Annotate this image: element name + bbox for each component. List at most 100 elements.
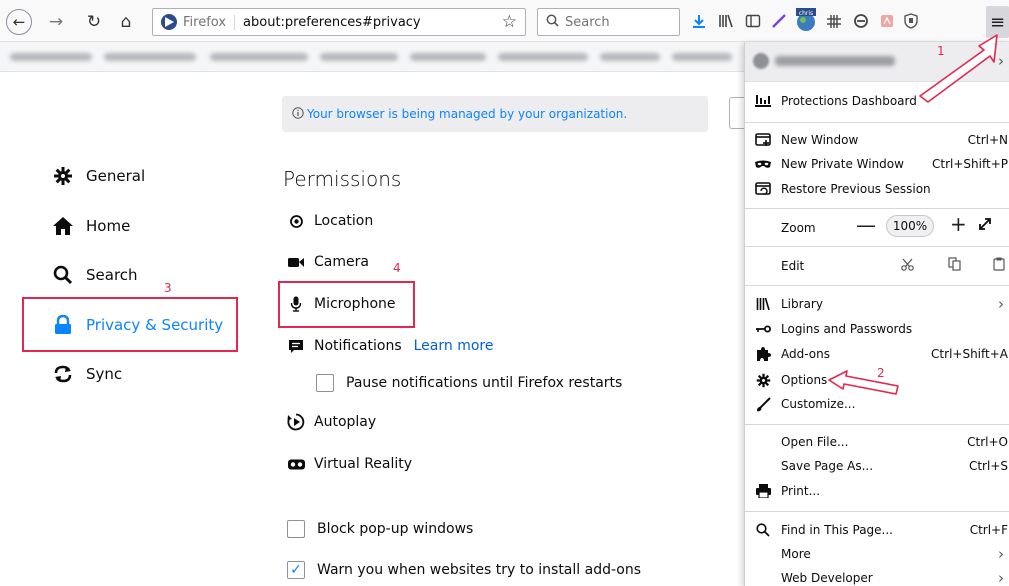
grid-extension-icon[interactable]	[823, 10, 845, 32]
identity-label: Firefox	[183, 14, 236, 30]
account-row[interactable]: ›	[745, 42, 1009, 82]
managed-by-organization-banner[interactable]: Your browser is being managed by your or…	[282, 96, 708, 132]
pdf-extension-icon[interactable]	[876, 10, 898, 32]
search-icon	[745, 523, 781, 537]
bookmark-item[interactable]	[210, 53, 308, 61]
search-placeholder: Search	[565, 14, 610, 30]
permission-label: Virtual Reality	[314, 456, 413, 472]
nav-toolbar: ← → ↻ ⌂ Firefox about:preferences#privac…	[0, 0, 1009, 42]
shortcut-label: Ctrl+S	[968, 459, 1008, 473]
checkbox-label: Warn you when websites try to install ad…	[317, 562, 642, 578]
bookmark-item[interactable]	[672, 53, 732, 61]
warn-addons-checkbox[interactable]: ✓	[287, 561, 305, 579]
menu-item-addons[interactable]: Add-ons Ctrl+Shift+A	[745, 343, 1009, 365]
bookmark-star-icon[interactable]: ☆	[502, 12, 517, 32]
menu-separator	[745, 511, 1009, 512]
managed-banner-text[interactable]: Your browser is being managed by your or…	[307, 107, 627, 121]
menu-item-new-private-window[interactable]: New Private Window Ctrl+Shift+P	[745, 153, 1009, 175]
menu-item-more[interactable]: More ›	[745, 543, 1009, 565]
sidebar-toggle-icon[interactable]	[742, 10, 764, 32]
search-bar[interactable]: Search	[537, 8, 680, 36]
zoom-reset-button[interactable]: 100%	[886, 215, 934, 237]
reload-button[interactable]: ↻	[82, 9, 106, 35]
url-bar[interactable]: Firefox about:preferences#privacy ☆	[152, 8, 526, 36]
new-window-icon	[745, 133, 781, 147]
library-icon[interactable]	[715, 10, 737, 32]
menu-item-protections-dashboard[interactable]: Protections Dashboard	[745, 90, 1009, 112]
pause-notifications-checkbox-row[interactable]: Pause notifications until Firefox restar…	[316, 371, 622, 395]
permission-notifications[interactable]: Notifications Learn more	[287, 334, 493, 358]
firefox-window: ← → ↻ ⌂ Firefox about:preferences#privac…	[0, 0, 1009, 586]
find-in-options-input[interactable]	[729, 97, 745, 129]
checkbox-label: Block pop-up windows	[317, 521, 474, 537]
url-text[interactable]: about:preferences#privacy	[243, 15, 502, 30]
printer-icon	[745, 484, 781, 498]
download-icon[interactable]	[688, 10, 710, 32]
sidebar-item-sync[interactable]: Sync	[52, 358, 122, 390]
menu-item-open-file[interactable]: Open File... Ctrl+O	[745, 431, 1009, 453]
menu-item-web-developer[interactable]: Web Developer ›	[745, 567, 1009, 586]
shortcut-label: Ctrl+N	[967, 133, 1008, 147]
menu-item-customize[interactable]: Customize...	[745, 393, 1009, 415]
menu-item-logins-passwords[interactable]: Logins and Passwords	[745, 318, 1009, 340]
bookmark-item[interactable]	[600, 53, 660, 61]
menu-item-label: Protections Dashboard	[781, 94, 917, 108]
bookmark-item[interactable]	[320, 53, 398, 61]
avatar-extension-icon[interactable]: chris	[794, 6, 818, 34]
pen-extension-icon[interactable]	[768, 10, 790, 32]
zoom-in-button[interactable]: +	[950, 212, 967, 236]
home-button[interactable]: ⌂	[114, 9, 138, 35]
bookmark-item[interactable]	[104, 53, 196, 61]
hamburger-menu-button[interactable]: ≡	[986, 6, 1009, 38]
zoom-out-button[interactable]: —	[856, 213, 876, 237]
block-popups-checkbox[interactable]	[287, 520, 305, 538]
gear-icon	[52, 166, 74, 186]
warn-addons-checkbox-row[interactable]: ✓ Warn you when websites try to install …	[287, 558, 641, 582]
block-popups-checkbox-row[interactable]: Block pop-up windows	[287, 517, 473, 541]
sidebar-item-home[interactable]: Home	[52, 210, 130, 242]
shortcut-label: Ctrl+Shift+A	[931, 347, 1008, 361]
sidebar-item-general[interactable]: General	[52, 160, 145, 192]
firefox-identity-icon	[161, 14, 177, 30]
cut-icon[interactable]	[901, 258, 914, 275]
chevron-right-icon: ›	[998, 52, 1004, 70]
menu-item-new-window[interactable]: New Window Ctrl+N	[745, 129, 1009, 151]
fullscreen-icon[interactable]	[978, 216, 992, 235]
key-icon	[745, 325, 781, 333]
menu-item-print[interactable]: Print...	[745, 480, 1009, 502]
menu-item-find-in-page[interactable]: Find in This Page... Ctrl+F	[745, 519, 1009, 541]
menu-separator	[745, 285, 1009, 286]
menu-item-save-page[interactable]: Save Page As... Ctrl+S	[745, 455, 1009, 477]
checkbox-label: Pause notifications until Firefox restar…	[346, 375, 623, 391]
menu-item-restore-session[interactable]: Restore Previous Session	[745, 178, 1009, 200]
paste-icon[interactable]	[993, 257, 1005, 275]
forward-button[interactable]: →	[44, 9, 68, 35]
location-icon	[287, 214, 305, 229]
shortcut-label: Ctrl+Shift+P	[932, 157, 1008, 171]
copy-icon[interactable]	[948, 257, 961, 275]
permission-camera[interactable]: Camera	[287, 250, 369, 274]
sync-icon	[52, 364, 74, 384]
bookmark-item[interactable]	[498, 53, 588, 61]
bookmarks-toolbar	[0, 42, 745, 72]
library-icon	[745, 298, 781, 310]
bookmark-item[interactable]	[410, 53, 486, 61]
account-circle-icon[interactable]	[850, 10, 872, 32]
learn-more-link[interactable]: Learn more	[414, 338, 494, 354]
bookmark-item[interactable]	[10, 53, 92, 61]
sidebar-item-search[interactable]: Search	[52, 259, 138, 291]
menu-separator	[745, 246, 1009, 247]
shield-extension-icon[interactable]	[900, 10, 922, 32]
permission-location[interactable]: Location	[287, 209, 373, 233]
menu-item-library[interactable]: Library ›	[745, 293, 1009, 315]
forward-icon: →	[48, 12, 64, 32]
menu-item-label: Print...	[781, 484, 821, 498]
menu-item-label: Library	[781, 297, 823, 311]
back-button[interactable]: ←	[6, 9, 32, 35]
account-email-blurred	[775, 56, 895, 66]
permission-label: Location	[314, 213, 374, 229]
permission-virtual-reality[interactable]: Virtual Reality	[287, 452, 412, 476]
permission-autoplay[interactable]: Autoplay	[287, 410, 376, 434]
pause-notifications-checkbox[interactable]	[316, 374, 334, 392]
search-icon	[546, 14, 559, 31]
